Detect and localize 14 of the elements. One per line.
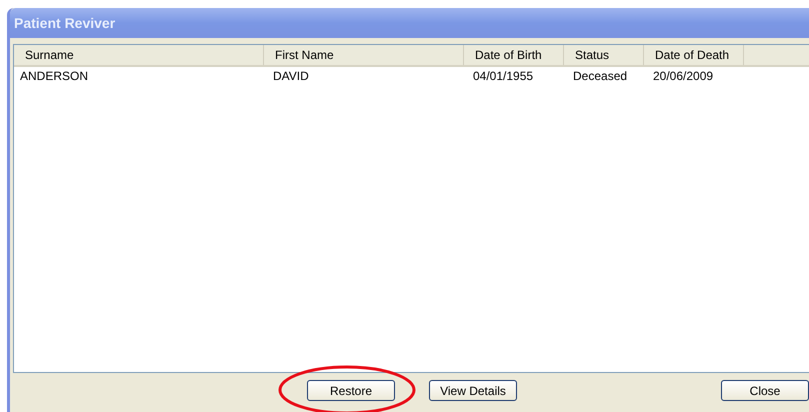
table-cell: DAVID: [273, 69, 309, 83]
button[interactable]: Restore: [307, 380, 395, 401]
column-header[interactable]: Status: [564, 45, 644, 65]
table-cell: ANDERSON: [20, 69, 88, 83]
column-header[interactable]: Date of Birth: [464, 45, 564, 65]
table-cell: 04/01/1955: [473, 69, 534, 83]
window-title: Patient Reviver: [14, 15, 116, 31]
table-cell: 20/06/2009: [653, 69, 714, 83]
button[interactable]: Close: [721, 380, 809, 401]
column-header[interactable]: First Name: [264, 45, 464, 65]
button[interactable]: View Details: [429, 380, 517, 401]
column-header[interactable]: Date of Death: [644, 45, 744, 65]
table-cell: Deceased: [573, 69, 628, 83]
column-header[interactable]: Surname: [14, 45, 264, 65]
